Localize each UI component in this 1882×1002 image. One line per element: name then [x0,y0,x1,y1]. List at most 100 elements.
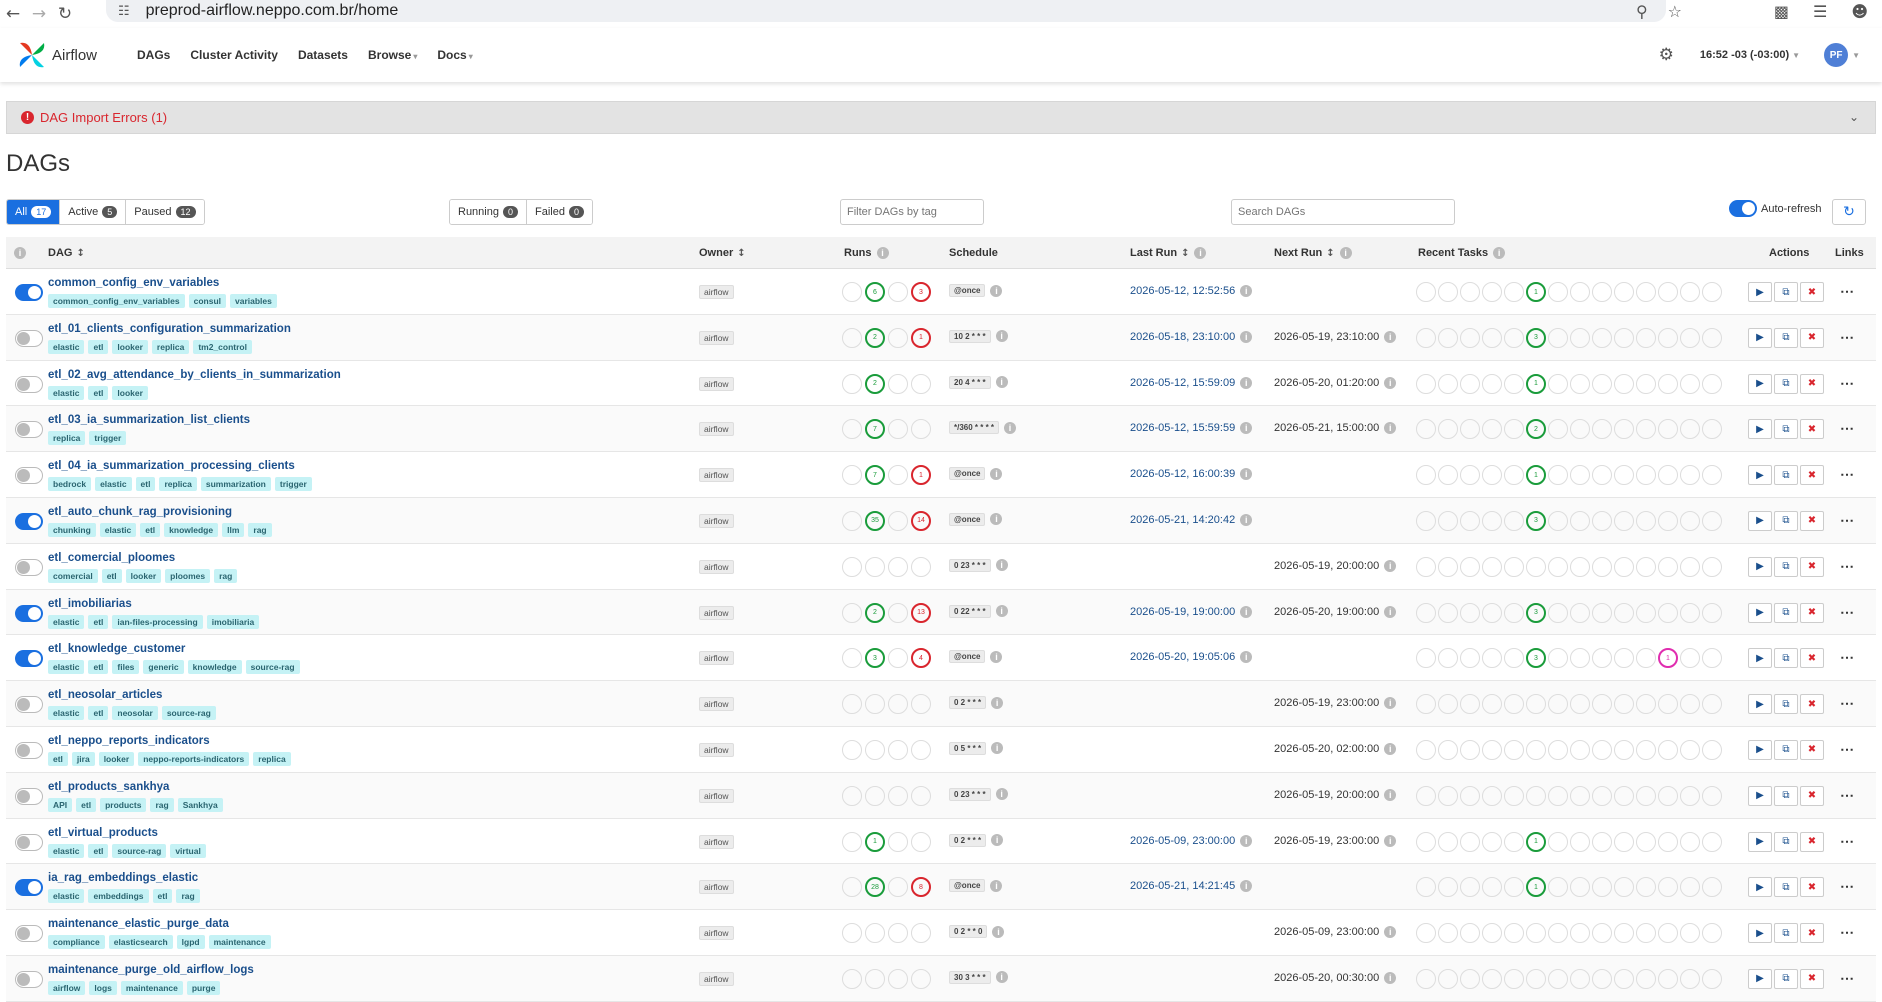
task-state-circle[interactable] [1570,877,1590,898]
task-state-circle[interactable] [1570,648,1590,669]
run-circle[interactable] [911,556,931,577]
task-state-circle[interactable] [1702,694,1722,715]
sort-icon[interactable]: ↕ [1326,248,1334,259]
task-state-circle[interactable] [1460,785,1480,806]
dag-link[interactable]: etl_comercial_ploomes [48,552,175,564]
task-state-circle[interactable] [1570,739,1590,760]
task-state-circle[interactable] [1658,419,1678,440]
tag-badge[interactable]: source-rag [112,843,167,858]
owner-badge[interactable]: airflow [699,651,734,666]
task-state-circle[interactable] [1658,282,1678,302]
tag-badge[interactable]: etl [88,660,109,675]
last-run-cell[interactable]: 2026-05-12, 15:59:59 i [1130,422,1253,435]
reparse-dag-button[interactable]: ⧉ [1774,465,1798,486]
owner-badge[interactable]: airflow [699,788,734,803]
task-state-circle[interactable] [1570,419,1590,440]
task-state-circle[interactable] [1460,923,1480,944]
task-state-circle[interactable] [1592,602,1612,623]
owner-badge[interactable]: airflow [699,376,734,391]
tag-badge[interactable]: elastic [48,889,85,904]
task-state-circle[interactable] [1482,556,1502,577]
reparse-dag-button[interactable]: ⧉ [1774,327,1798,348]
task-state-circle[interactable] [1438,831,1458,852]
owner-badge[interactable]: airflow [699,285,734,299]
last-run-cell[interactable]: 2026-05-21, 14:21:45 i [1130,880,1253,893]
tag-badge[interactable]: API [48,797,73,812]
delete-dag-button[interactable]: ✖ [1800,877,1824,898]
more-links-icon[interactable]: ⋯ [1840,558,1855,575]
tag-badge[interactable]: etl [88,843,109,858]
run-circle[interactable] [888,694,908,715]
schedule-badge[interactable]: @once [949,467,986,481]
extensions-icon[interactable]: ▩ [1774,2,1789,21]
task-state-circle[interactable]: 2 [1526,419,1546,440]
info-icon[interactable]: i [1384,742,1397,755]
trigger-dag-button[interactable]: ▶ [1748,465,1772,486]
task-state-circle[interactable]: 3 [1526,510,1546,531]
run-circle[interactable] [911,923,931,944]
run-circle[interactable]: 1 [865,831,885,852]
task-state-circle[interactable] [1680,831,1700,852]
task-state-circle[interactable] [1416,739,1436,760]
tag-badge[interactable]: files [112,660,140,675]
last-run-cell[interactable]: 2026-05-12, 12:52:56 i [1130,285,1253,297]
chevron-down-icon[interactable]: ⌄ [1849,110,1859,124]
task-state-circle[interactable] [1702,877,1722,898]
pause-toggle[interactable] [15,558,43,576]
task-state-circle[interactable] [1504,877,1524,898]
nav-link-docs[interactable]: Docs ▾ [427,48,482,62]
schedule-badge[interactable]: 20 4 * * * [949,375,991,389]
task-state-circle[interactable] [1526,556,1546,577]
task-state-circle[interactable] [1570,694,1590,715]
delete-dag-button[interactable]: ✖ [1800,373,1824,394]
info-icon[interactable]: i [1384,834,1397,847]
last-run-cell[interactable]: 2026-05-18, 23:10:00 i [1130,330,1253,343]
task-state-circle[interactable] [1680,602,1700,623]
run-circle[interactable] [865,923,885,944]
task-state-circle[interactable] [1592,419,1612,440]
delete-dag-button[interactable]: ✖ [1800,648,1824,669]
tag-badge[interactable]: neosolar [112,706,158,721]
task-state-circle[interactable] [1658,373,1678,394]
schedule-badge[interactable]: @once [949,512,986,526]
tag-badge[interactable]: logs [89,980,117,995]
task-state-circle[interactable] [1460,739,1480,760]
task-state-circle[interactable]: 1 [1526,877,1546,898]
info-icon[interactable]: i [876,247,889,259]
task-state-circle[interactable] [1526,739,1546,760]
info-icon[interactable]: i [991,834,1004,847]
more-links-icon[interactable]: ⋯ [1840,466,1855,483]
delete-dag-button[interactable]: ✖ [1800,419,1824,440]
info-icon[interactable]: i [1004,421,1017,434]
dag-link[interactable]: common_config_env_variables [48,277,219,289]
run-circle[interactable] [865,968,885,989]
task-state-circle[interactable] [1416,602,1436,623]
task-state-circle[interactable] [1482,739,1502,760]
task-state-circle[interactable] [1614,282,1634,302]
task-state-circle[interactable] [1636,373,1656,394]
task-state-circle[interactable] [1416,510,1436,531]
task-state-circle[interactable] [1416,327,1436,348]
run-circle[interactable]: 7 [865,419,885,440]
run-circle[interactable] [842,327,862,348]
task-state-circle[interactable] [1702,327,1722,348]
tag-badge[interactable]: virtual [170,843,206,858]
task-state-circle[interactable] [1570,327,1590,348]
task-state-circle[interactable] [1548,327,1568,348]
task-state-circle[interactable] [1482,694,1502,715]
tag-badge[interactable]: chunking [48,522,96,537]
tag-badge[interactable]: variables [230,294,277,308]
pause-toggle[interactable] [15,421,43,439]
tag-badge[interactable]: rag [248,522,272,537]
run-circle[interactable] [911,739,931,760]
info-icon[interactable]: i [1240,468,1253,481]
airflow-logo[interactable]: Airflow [16,39,97,71]
run-circle[interactable]: 8 [911,877,931,898]
task-state-circle[interactable] [1460,419,1480,440]
filter-failed-button[interactable]: Failed 0 [527,200,592,224]
run-circle[interactable] [888,968,908,989]
task-state-circle[interactable] [1504,923,1524,944]
task-state-circle[interactable] [1636,556,1656,577]
task-state-circle[interactable] [1592,739,1612,760]
tag-badge[interactable]: jira [71,751,95,766]
